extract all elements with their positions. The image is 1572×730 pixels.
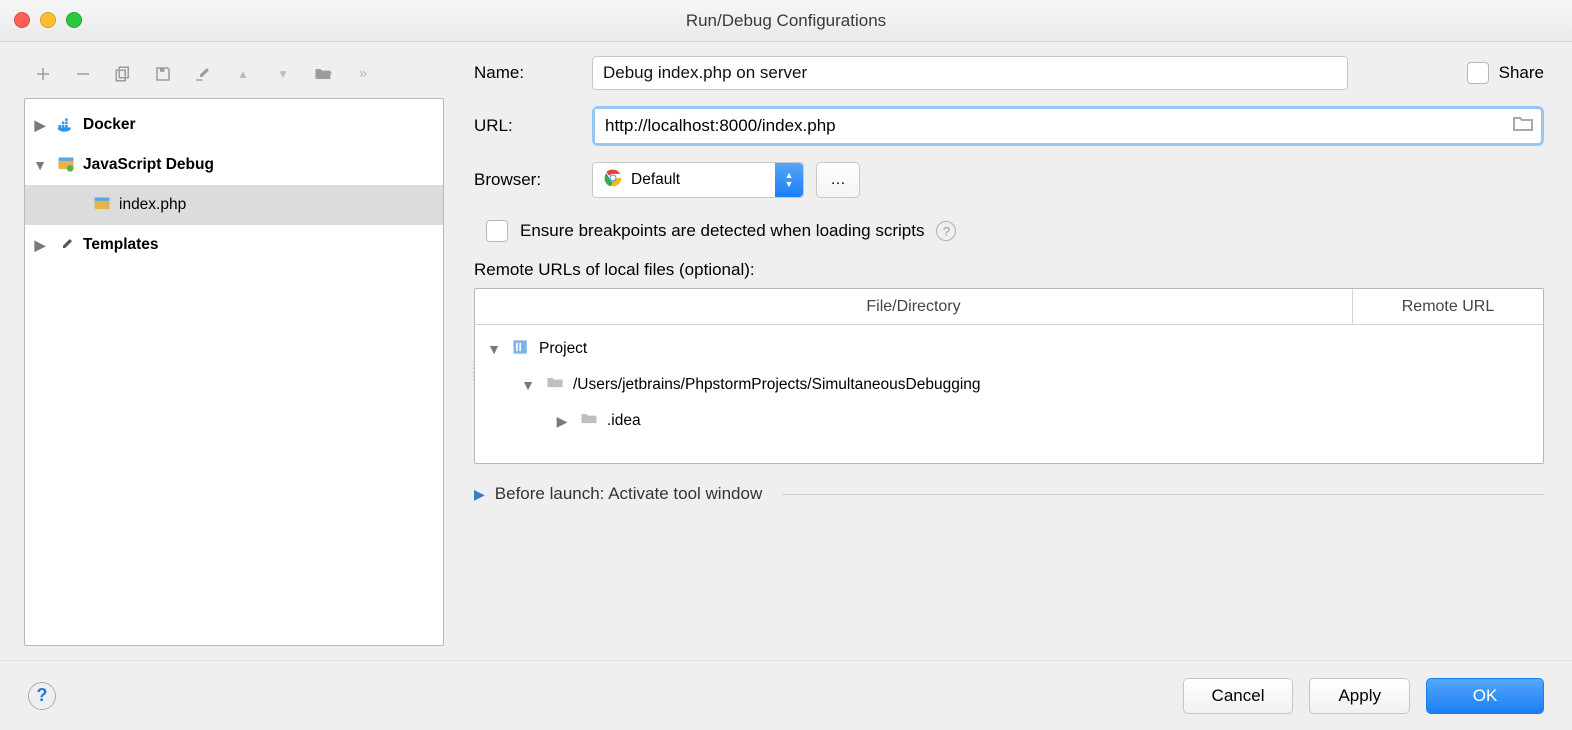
add-config-icon[interactable] bbox=[32, 63, 54, 85]
help-icon[interactable]: ? bbox=[936, 221, 956, 241]
folder-group-icon[interactable] bbox=[312, 63, 334, 85]
split-gripper-icon[interactable]: ⋮⋮ bbox=[468, 360, 478, 382]
remote-tree-path[interactable]: ▼ /Users/jetbrains/PhpstormProjects/Simu… bbox=[475, 367, 1543, 403]
remote-tree-project[interactable]: ▼ Project bbox=[475, 331, 1543, 367]
tree-node-jsdebug[interactable]: ▼ JavaScript Debug bbox=[25, 145, 443, 185]
tree-node-docker[interactable]: ▶ Docker bbox=[25, 105, 443, 145]
share-label: Share bbox=[1499, 63, 1544, 83]
browser-more-button[interactable]: … bbox=[816, 162, 860, 198]
folder-icon bbox=[545, 373, 565, 398]
table-header-file[interactable]: File/Directory bbox=[475, 289, 1353, 324]
move-up-icon[interactable]: ▲ bbox=[232, 63, 254, 85]
url-input[interactable] bbox=[595, 109, 1511, 143]
save-config-icon[interactable] bbox=[152, 63, 174, 85]
remove-config-icon[interactable] bbox=[72, 63, 94, 85]
ok-button[interactable]: OK bbox=[1426, 678, 1544, 714]
cancel-button[interactable]: Cancel bbox=[1183, 678, 1294, 714]
close-window-button[interactable] bbox=[14, 12, 30, 28]
config-tree[interactable]: ▶ Docker ▼ bbox=[24, 98, 444, 646]
zoom-window-button[interactable] bbox=[66, 12, 82, 28]
before-launch-section[interactable]: ▶ Before launch: Activate tool window bbox=[474, 484, 1544, 504]
browser-select[interactable]: Default ▲▼ bbox=[592, 162, 804, 198]
remote-urls-table: File/Directory Remote URL ▼ Project ▼ bbox=[474, 288, 1544, 464]
apply-button[interactable]: Apply bbox=[1309, 678, 1410, 714]
minimize-window-button[interactable] bbox=[40, 12, 56, 28]
chevron-right-icon: ▶ bbox=[31, 117, 49, 134]
config-toolbar: ▲ ▼ » bbox=[18, 56, 456, 92]
remote-tree-label: .idea bbox=[607, 412, 641, 430]
browser-value: Default bbox=[631, 171, 767, 189]
chevron-down-icon: ▼ bbox=[485, 341, 503, 357]
select-arrows-icon: ▲▼ bbox=[775, 163, 803, 197]
browse-folder-icon[interactable] bbox=[1511, 112, 1535, 141]
chrome-icon bbox=[603, 168, 623, 193]
jsdebug-file-icon bbox=[91, 194, 113, 216]
chevron-down-icon: ▼ bbox=[31, 157, 49, 173]
tree-node-templates[interactable]: ▶ Templates bbox=[25, 225, 443, 265]
tree-label: Docker bbox=[83, 116, 136, 134]
chevron-right-icon: ▶ bbox=[553, 413, 571, 430]
ensure-breakpoints-checkbox[interactable] bbox=[486, 220, 508, 242]
window-title: Run/Debug Configurations bbox=[686, 11, 886, 31]
remote-tree-label: Project bbox=[539, 340, 587, 358]
edit-defaults-icon[interactable] bbox=[192, 63, 214, 85]
ensure-breakpoints-label: Ensure breakpoints are detected when loa… bbox=[520, 221, 924, 241]
share-checkbox[interactable] bbox=[1467, 62, 1489, 84]
titlebar: Run/Debug Configurations bbox=[0, 0, 1572, 42]
folder-icon bbox=[579, 409, 599, 434]
tree-label: Templates bbox=[83, 236, 159, 254]
url-field-wrapper bbox=[592, 106, 1544, 146]
name-label: Name: bbox=[474, 63, 592, 83]
tree-node-indexphp[interactable]: index.php bbox=[25, 185, 443, 225]
url-label: URL: bbox=[474, 116, 592, 136]
browser-label: Browser: bbox=[474, 170, 592, 190]
move-down-icon[interactable]: ▼ bbox=[272, 63, 294, 85]
separator bbox=[782, 494, 1544, 495]
name-input[interactable] bbox=[592, 56, 1348, 90]
remote-tree-idea[interactable]: ▶ .idea bbox=[475, 403, 1543, 439]
docker-icon bbox=[55, 114, 77, 136]
more-actions-icon[interactable]: » bbox=[352, 63, 374, 85]
copy-config-icon[interactable] bbox=[112, 63, 134, 85]
help-button[interactable]: ? bbox=[28, 682, 56, 710]
table-header-remote[interactable]: Remote URL bbox=[1353, 289, 1543, 324]
ellipsis-icon: … bbox=[830, 171, 846, 189]
tree-label: index.php bbox=[119, 196, 186, 214]
jsdebug-icon bbox=[55, 154, 77, 176]
chevron-down-icon: ▼ bbox=[519, 377, 537, 393]
chevron-right-icon: ▶ bbox=[474, 486, 485, 503]
remote-tree-label: /Users/jetbrains/PhpstormProjects/Simult… bbox=[573, 376, 981, 394]
wrench-icon bbox=[55, 234, 77, 256]
project-icon bbox=[511, 337, 531, 362]
before-launch-label: Before launch: Activate tool window bbox=[495, 484, 762, 504]
remote-urls-label: Remote URLs of local files (optional): bbox=[474, 260, 1544, 280]
tree-label: JavaScript Debug bbox=[83, 156, 214, 174]
chevron-right-icon: ▶ bbox=[31, 237, 49, 254]
